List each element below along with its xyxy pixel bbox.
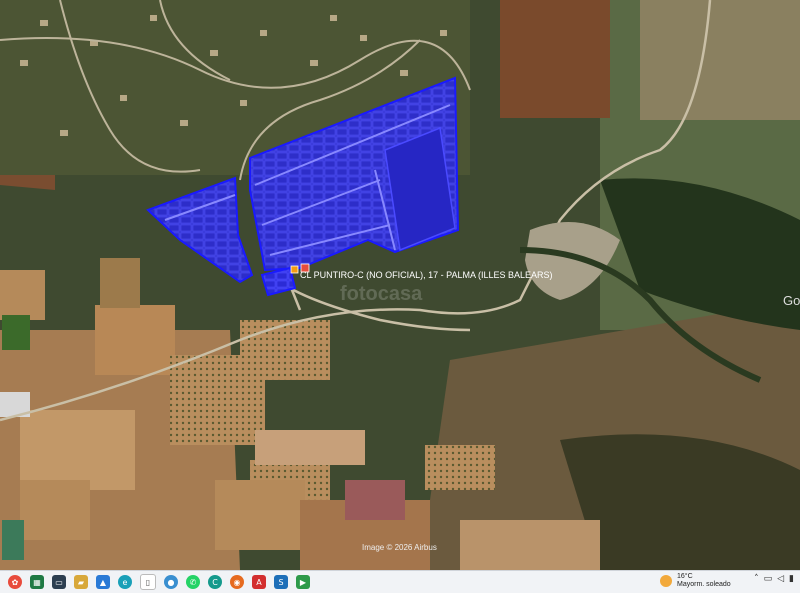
chrome-icon[interactable]: ●: [164, 575, 178, 589]
system-tray[interactable]: ˄ ▭ ◁ ▮: [754, 574, 794, 584]
field-4: [20, 480, 90, 540]
watermark: fotocasa: [340, 283, 423, 305]
start-icon[interactable]: ✿: [8, 575, 22, 589]
field-green: [2, 315, 30, 350]
orchard-2: [240, 320, 330, 380]
files-icon[interactable]: ▯: [140, 574, 156, 590]
photos-icon[interactable]: ▲: [96, 575, 110, 589]
screen: CL PUNTIRO-C (NO OFICIAL), 17 - PALMA (I…: [0, 0, 800, 593]
file-explorer-icon[interactable]: ▭: [52, 575, 66, 589]
project-icon[interactable]: ▶: [296, 575, 310, 589]
place-label: CL PUNTIRO-C (NO OFICIAL), 17 - PALMA (I…: [300, 270, 553, 280]
field-8: [345, 480, 405, 520]
chevron-up-icon[interactable]: ˄: [754, 574, 759, 584]
field-5: [0, 270, 45, 320]
edge-icon[interactable]: e: [118, 575, 132, 589]
excel-icon[interactable]: ▦: [30, 575, 44, 589]
field-9: [460, 520, 600, 570]
pond: [2, 520, 24, 560]
dry-land-east: [640, 0, 800, 120]
orchard-3: [425, 445, 495, 490]
weather-temp: 16°C: [677, 573, 693, 580]
volume-icon[interactable]: ◁: [777, 574, 784, 584]
imagery-credit: Image © 2026 Airbus: [362, 543, 437, 552]
acrobat-icon[interactable]: A: [252, 575, 266, 589]
field-10: [255, 430, 365, 465]
taskbar: ✿ ▦ ▭ ▰ ▲ e ▯ ● ✆ C ◉ A S ▶ 16°C Mayorm.…: [0, 570, 800, 593]
whatsapp-icon[interactable]: ✆: [186, 575, 200, 589]
weather-widget[interactable]: 16°C Mayorm. soleado: [660, 573, 731, 589]
firefox-icon[interactable]: ◉: [230, 575, 244, 589]
folder-icon[interactable]: ▰: [74, 575, 88, 589]
field-2: [100, 258, 140, 308]
sway-icon[interactable]: S: [274, 575, 288, 589]
satellite-map[interactable]: CL PUNTIRO-C (NO OFICIAL), 17 - PALMA (I…: [0, 0, 800, 570]
chrome-alt-icon[interactable]: C: [208, 575, 222, 589]
network-icon[interactable]: ▭: [764, 574, 773, 584]
field-1: [95, 305, 175, 375]
google-logo-partial: Go: [783, 293, 800, 308]
weather-desc: Mayorm. soleado: [677, 581, 731, 588]
battery-icon[interactable]: ▮: [789, 574, 794, 584]
field-3: [20, 410, 135, 490]
field-6: [215, 480, 305, 550]
sun-icon: [660, 575, 672, 587]
plowed-field-north: [500, 0, 610, 118]
